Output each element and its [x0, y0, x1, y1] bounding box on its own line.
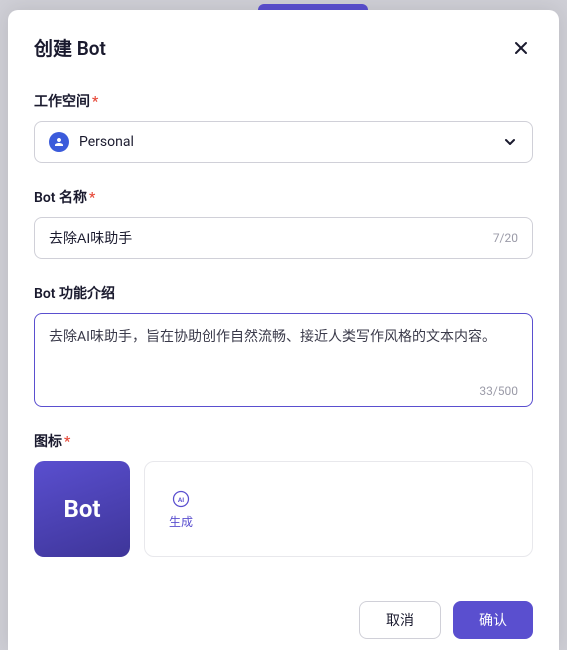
botdesc-label: Bot 功能介绍 [34, 283, 533, 303]
cancel-button[interactable]: 取消 [359, 601, 441, 639]
required-mark: * [92, 94, 98, 110]
person-icon [49, 132, 69, 152]
botname-input-wrap: 7/20 [34, 217, 533, 259]
botname-counter: 7/20 [493, 231, 518, 245]
modal-header: 创建 Bot [34, 34, 533, 61]
icon-group: 图标* Bot AI 生成 [34, 431, 533, 557]
workspace-label: 工作空间* [34, 91, 533, 111]
required-mark: * [64, 434, 70, 450]
botname-group: Bot 名称* 7/20 [34, 187, 533, 259]
generate-label: 生成 [169, 513, 193, 530]
create-bot-modal: 创建 Bot 工作空间* Personal Bot 名称* 7/ [8, 10, 559, 650]
icon-preview[interactable]: Bot [34, 461, 130, 557]
close-icon [513, 40, 529, 56]
icon-label-text: 图标 [34, 434, 62, 450]
ai-generate-icon: AI [171, 489, 191, 509]
generate-icon-button[interactable]: AI 生成 [163, 483, 199, 536]
workspace-group: 工作空间* Personal [34, 91, 533, 163]
workspace-value: Personal [79, 134, 502, 150]
chevron-down-icon [502, 134, 518, 150]
confirm-label: 确认 [479, 610, 507, 630]
icon-row: Bot AI 生成 [34, 461, 533, 557]
workspace-select[interactable]: Personal [34, 121, 533, 163]
botdesc-group: Bot 功能介绍 33/500 [34, 283, 533, 407]
workspace-label-text: 工作空间 [34, 94, 90, 110]
icon-actions-panel: AI 生成 [144, 461, 533, 557]
close-button[interactable] [509, 36, 533, 60]
required-mark: * [89, 190, 95, 206]
confirm-button[interactable]: 确认 [453, 601, 533, 639]
modal-title: 创建 Bot [34, 34, 106, 61]
botdesc-textarea-wrap: 33/500 [34, 313, 533, 407]
botdesc-textarea[interactable] [49, 326, 518, 374]
svg-text:AI: AI [178, 495, 184, 503]
modal-footer: 取消 确认 [34, 581, 533, 639]
icon-preview-text: Bot [64, 495, 101, 523]
botdesc-counter: 33/500 [479, 384, 518, 398]
botname-label: Bot 名称* [34, 187, 533, 207]
botname-input[interactable] [49, 230, 493, 246]
icon-label: 图标* [34, 431, 533, 451]
botdesc-label-text: Bot 功能介绍 [34, 286, 115, 302]
botname-label-text: Bot 名称 [34, 190, 87, 206]
cancel-label: 取消 [386, 610, 414, 630]
